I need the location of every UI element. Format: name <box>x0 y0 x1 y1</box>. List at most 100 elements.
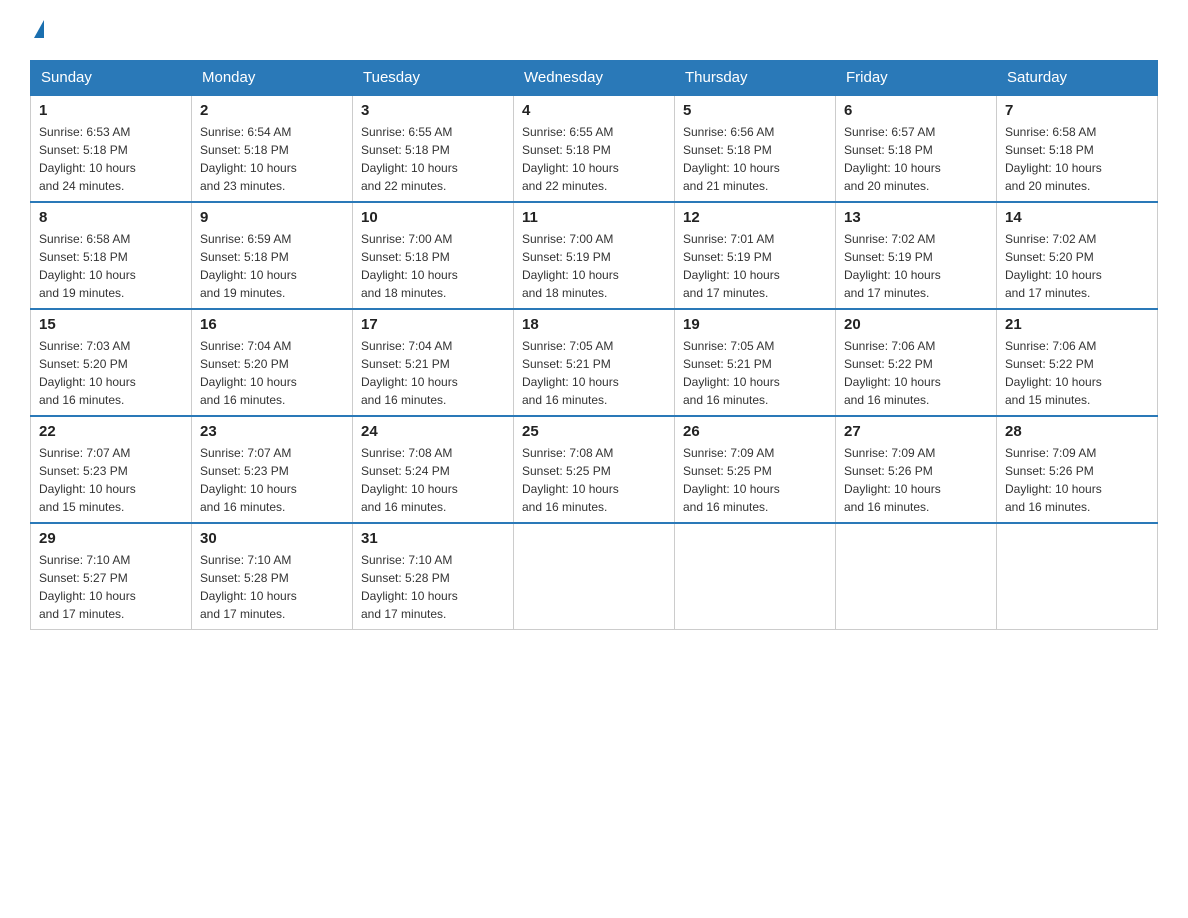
day-number: 4 <box>522 102 666 119</box>
calendar-cell: 4 Sunrise: 6:55 AM Sunset: 5:18 PM Dayli… <box>514 95 675 202</box>
day-number: 13 <box>844 209 988 226</box>
calendar-cell <box>836 523 997 630</box>
day-info: Sunrise: 7:03 AM Sunset: 5:20 PM Dayligh… <box>39 337 183 409</box>
day-number: 18 <box>522 316 666 333</box>
calendar-header-thursday: Thursday <box>675 61 836 96</box>
calendar-cell: 3 Sunrise: 6:55 AM Sunset: 5:18 PM Dayli… <box>353 95 514 202</box>
calendar-cell <box>514 523 675 630</box>
calendar-week-row: 15 Sunrise: 7:03 AM Sunset: 5:20 PM Dayl… <box>31 309 1158 416</box>
day-number: 28 <box>1005 423 1149 440</box>
day-number: 3 <box>361 102 505 119</box>
calendar-cell: 10 Sunrise: 7:00 AM Sunset: 5:18 PM Dayl… <box>353 202 514 309</box>
day-number: 17 <box>361 316 505 333</box>
day-info: Sunrise: 7:09 AM Sunset: 5:26 PM Dayligh… <box>1005 444 1149 516</box>
calendar-header-wednesday: Wednesday <box>514 61 675 96</box>
logo <box>30 20 44 40</box>
day-number: 22 <box>39 423 183 440</box>
calendar-cell: 20 Sunrise: 7:06 AM Sunset: 5:22 PM Dayl… <box>836 309 997 416</box>
day-info: Sunrise: 7:06 AM Sunset: 5:22 PM Dayligh… <box>1005 337 1149 409</box>
day-info: Sunrise: 6:56 AM Sunset: 5:18 PM Dayligh… <box>683 123 827 195</box>
calendar-cell: 1 Sunrise: 6:53 AM Sunset: 5:18 PM Dayli… <box>31 95 192 202</box>
day-info: Sunrise: 7:04 AM Sunset: 5:20 PM Dayligh… <box>200 337 344 409</box>
day-number: 6 <box>844 102 988 119</box>
day-info: Sunrise: 7:10 AM Sunset: 5:27 PM Dayligh… <box>39 551 183 623</box>
logo-triangle-icon <box>34 20 44 38</box>
calendar-cell: 7 Sunrise: 6:58 AM Sunset: 5:18 PM Dayli… <box>997 95 1158 202</box>
calendar-cell: 8 Sunrise: 6:58 AM Sunset: 5:18 PM Dayli… <box>31 202 192 309</box>
day-info: Sunrise: 7:05 AM Sunset: 5:21 PM Dayligh… <box>683 337 827 409</box>
day-info: Sunrise: 7:02 AM Sunset: 5:20 PM Dayligh… <box>1005 230 1149 302</box>
day-info: Sunrise: 6:55 AM Sunset: 5:18 PM Dayligh… <box>361 123 505 195</box>
day-number: 21 <box>1005 316 1149 333</box>
calendar-cell: 13 Sunrise: 7:02 AM Sunset: 5:19 PM Dayl… <box>836 202 997 309</box>
calendar-cell: 6 Sunrise: 6:57 AM Sunset: 5:18 PM Dayli… <box>836 95 997 202</box>
day-number: 23 <box>200 423 344 440</box>
day-number: 31 <box>361 530 505 547</box>
day-number: 10 <box>361 209 505 226</box>
calendar-header-row: SundayMondayTuesdayWednesdayThursdayFrid… <box>31 61 1158 96</box>
day-info: Sunrise: 7:06 AM Sunset: 5:22 PM Dayligh… <box>844 337 988 409</box>
day-info: Sunrise: 7:02 AM Sunset: 5:19 PM Dayligh… <box>844 230 988 302</box>
calendar-cell: 23 Sunrise: 7:07 AM Sunset: 5:23 PM Dayl… <box>192 416 353 523</box>
calendar-header-monday: Monday <box>192 61 353 96</box>
day-info: Sunrise: 7:08 AM Sunset: 5:25 PM Dayligh… <box>522 444 666 516</box>
calendar-header-tuesday: Tuesday <box>353 61 514 96</box>
day-info: Sunrise: 7:05 AM Sunset: 5:21 PM Dayligh… <box>522 337 666 409</box>
day-info: Sunrise: 6:57 AM Sunset: 5:18 PM Dayligh… <box>844 123 988 195</box>
day-info: Sunrise: 7:10 AM Sunset: 5:28 PM Dayligh… <box>361 551 505 623</box>
calendar-cell: 19 Sunrise: 7:05 AM Sunset: 5:21 PM Dayl… <box>675 309 836 416</box>
day-number: 1 <box>39 102 183 119</box>
day-info: Sunrise: 6:55 AM Sunset: 5:18 PM Dayligh… <box>522 123 666 195</box>
calendar-cell: 9 Sunrise: 6:59 AM Sunset: 5:18 PM Dayli… <box>192 202 353 309</box>
day-info: Sunrise: 7:07 AM Sunset: 5:23 PM Dayligh… <box>200 444 344 516</box>
calendar-week-row: 8 Sunrise: 6:58 AM Sunset: 5:18 PM Dayli… <box>31 202 1158 309</box>
calendar-cell: 21 Sunrise: 7:06 AM Sunset: 5:22 PM Dayl… <box>997 309 1158 416</box>
calendar-cell: 17 Sunrise: 7:04 AM Sunset: 5:21 PM Dayl… <box>353 309 514 416</box>
page-header <box>30 20 1158 40</box>
calendar-table: SundayMondayTuesdayWednesdayThursdayFrid… <box>30 60 1158 630</box>
calendar-cell: 5 Sunrise: 6:56 AM Sunset: 5:18 PM Dayli… <box>675 95 836 202</box>
day-info: Sunrise: 6:58 AM Sunset: 5:18 PM Dayligh… <box>39 230 183 302</box>
calendar-cell: 18 Sunrise: 7:05 AM Sunset: 5:21 PM Dayl… <box>514 309 675 416</box>
calendar-cell: 28 Sunrise: 7:09 AM Sunset: 5:26 PM Dayl… <box>997 416 1158 523</box>
day-number: 24 <box>361 423 505 440</box>
calendar-week-row: 1 Sunrise: 6:53 AM Sunset: 5:18 PM Dayli… <box>31 95 1158 202</box>
calendar-cell: 2 Sunrise: 6:54 AM Sunset: 5:18 PM Dayli… <box>192 95 353 202</box>
day-number: 26 <box>683 423 827 440</box>
calendar-cell: 30 Sunrise: 7:10 AM Sunset: 5:28 PM Dayl… <box>192 523 353 630</box>
day-info: Sunrise: 7:07 AM Sunset: 5:23 PM Dayligh… <box>39 444 183 516</box>
day-number: 5 <box>683 102 827 119</box>
calendar-cell: 31 Sunrise: 7:10 AM Sunset: 5:28 PM Dayl… <box>353 523 514 630</box>
day-number: 30 <box>200 530 344 547</box>
calendar-week-row: 22 Sunrise: 7:07 AM Sunset: 5:23 PM Dayl… <box>31 416 1158 523</box>
calendar-cell: 24 Sunrise: 7:08 AM Sunset: 5:24 PM Dayl… <box>353 416 514 523</box>
calendar-week-row: 29 Sunrise: 7:10 AM Sunset: 5:27 PM Dayl… <box>31 523 1158 630</box>
day-info: Sunrise: 7:08 AM Sunset: 5:24 PM Dayligh… <box>361 444 505 516</box>
calendar-cell: 25 Sunrise: 7:08 AM Sunset: 5:25 PM Dayl… <box>514 416 675 523</box>
day-number: 11 <box>522 209 666 226</box>
calendar-cell: 16 Sunrise: 7:04 AM Sunset: 5:20 PM Dayl… <box>192 309 353 416</box>
calendar-header-friday: Friday <box>836 61 997 96</box>
day-info: Sunrise: 7:10 AM Sunset: 5:28 PM Dayligh… <box>200 551 344 623</box>
day-info: Sunrise: 6:53 AM Sunset: 5:18 PM Dayligh… <box>39 123 183 195</box>
calendar-cell <box>997 523 1158 630</box>
day-number: 19 <box>683 316 827 333</box>
calendar-header-saturday: Saturday <box>997 61 1158 96</box>
calendar-cell: 12 Sunrise: 7:01 AM Sunset: 5:19 PM Dayl… <box>675 202 836 309</box>
day-info: Sunrise: 7:00 AM Sunset: 5:18 PM Dayligh… <box>361 230 505 302</box>
calendar-cell: 15 Sunrise: 7:03 AM Sunset: 5:20 PM Dayl… <box>31 309 192 416</box>
calendar-cell: 11 Sunrise: 7:00 AM Sunset: 5:19 PM Dayl… <box>514 202 675 309</box>
day-info: Sunrise: 7:04 AM Sunset: 5:21 PM Dayligh… <box>361 337 505 409</box>
calendar-cell: 27 Sunrise: 7:09 AM Sunset: 5:26 PM Dayl… <box>836 416 997 523</box>
day-number: 16 <box>200 316 344 333</box>
day-number: 25 <box>522 423 666 440</box>
calendar-cell: 26 Sunrise: 7:09 AM Sunset: 5:25 PM Dayl… <box>675 416 836 523</box>
day-info: Sunrise: 7:00 AM Sunset: 5:19 PM Dayligh… <box>522 230 666 302</box>
day-number: 12 <box>683 209 827 226</box>
calendar-cell <box>675 523 836 630</box>
day-info: Sunrise: 6:54 AM Sunset: 5:18 PM Dayligh… <box>200 123 344 195</box>
calendar-cell: 29 Sunrise: 7:10 AM Sunset: 5:27 PM Dayl… <box>31 523 192 630</box>
calendar-cell: 22 Sunrise: 7:07 AM Sunset: 5:23 PM Dayl… <box>31 416 192 523</box>
day-info: Sunrise: 6:58 AM Sunset: 5:18 PM Dayligh… <box>1005 123 1149 195</box>
calendar-cell: 14 Sunrise: 7:02 AM Sunset: 5:20 PM Dayl… <box>997 202 1158 309</box>
